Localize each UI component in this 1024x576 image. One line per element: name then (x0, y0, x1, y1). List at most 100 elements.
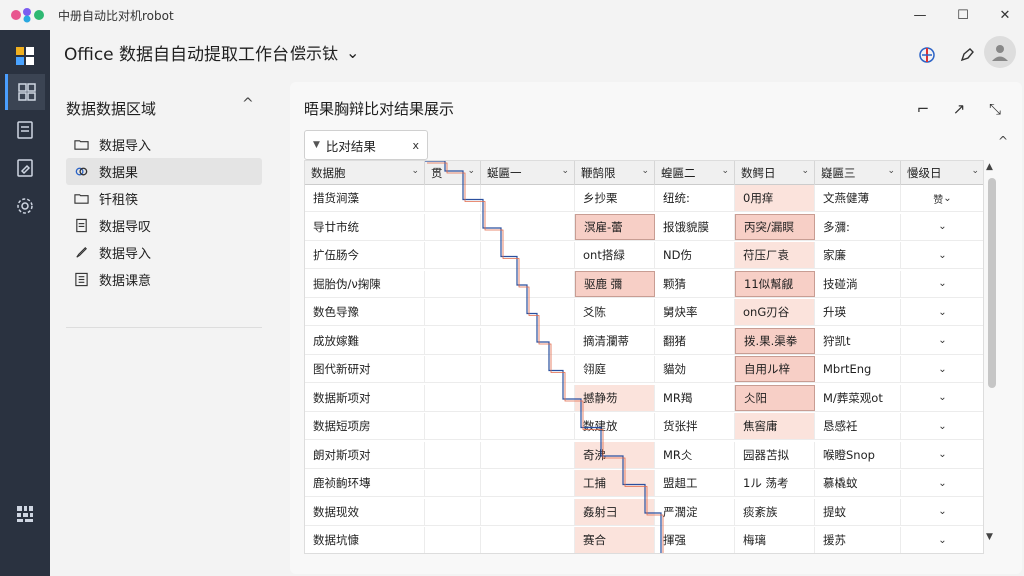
app-logo-icon (11, 8, 44, 23)
table-cell (481, 527, 575, 553)
level-dropdown[interactable]: ⌄ (901, 527, 983, 553)
table-cell: 痰紊族 (735, 498, 815, 525)
table-row[interactable]: 措货涧藻 乡抄栗 纽统: 0用痒 文燕健薄赞 ⌄ (305, 185, 983, 212)
rail-item-document[interactable] (5, 112, 45, 148)
sidebar-item-label: 数据导入 (99, 247, 152, 262)
doc-icon (76, 218, 87, 233)
table-cell: 数据现效 (305, 498, 425, 525)
sidebar-item-1[interactable]: 数据果 (66, 158, 262, 185)
table-row[interactable]: 数据现效 姦射彐 严濶淀 痰紊族 提蚊 ⌄ (305, 498, 983, 526)
sidebar-item-5[interactable]: 数据课意 (66, 266, 262, 293)
sidebar-item-4[interactable]: 数据导入 (66, 239, 262, 266)
chevron-down-icon[interactable]: ⌄ (721, 166, 729, 176)
maximize-button[interactable]: ☐ (948, 4, 978, 26)
level-dropdown[interactable]: ⌄ (901, 499, 983, 525)
sidebar-divider (66, 327, 262, 328)
result-filter[interactable]: ▼ 比对结果 x (304, 130, 428, 160)
table-cell: 乡抄栗 (575, 185, 655, 211)
table-cell: 朗对斯项对 (305, 441, 425, 468)
table-cell (425, 470, 481, 496)
table-row[interactable]: 扩伍肠今 ont搭緑 ND伤 苻压ㄏ袁 家廉 ⌄ (305, 242, 983, 269)
level-dropdown[interactable]: ⌄ (901, 242, 983, 268)
table-cell: 严濶淀 (655, 498, 735, 525)
table-cell: 自用ル梓 (735, 356, 815, 382)
rail-item-dashboard[interactable] (5, 38, 45, 74)
results-panel: 晤果胸辩比对结果展示 ⌐ ↗ ⤡ ▼ 比对结果 x ^ 数据胞 ⌄ 贯 ⌄ 蜒匾一 ⌄ 鞭鹄… (290, 82, 1022, 574)
table-cell: 喉瞪Snop (815, 441, 901, 468)
level-dropdown[interactable]: ⌄ (901, 356, 983, 382)
column-header[interactable]: 鞭鹄限 ⌄ (575, 161, 655, 185)
column-header[interactable]: 数据胞 ⌄ (305, 161, 425, 185)
table-row[interactable]: 鹿祯齣环塼 工捕 盟趄工 1ル 荡考 慕橇蚊 ⌄ (305, 470, 983, 497)
clear-filter-button[interactable]: x (412, 139, 419, 152)
chevron-down-icon[interactable]: ⌄ (411, 166, 419, 176)
avatar[interactable] (984, 36, 1016, 68)
chevron-down-icon[interactable]: ⌄ (561, 166, 569, 176)
table-cell: 翻猪 (655, 327, 735, 354)
column-header[interactable]: 蜒匾一 ⌄ (481, 161, 575, 185)
rail-item-layout[interactable] (5, 74, 45, 110)
chevron-up-icon[interactable]: ^ (242, 96, 254, 112)
pen-button[interactable] (952, 40, 982, 70)
column-header[interactable]: 蝗匾二 ⌄ (655, 161, 735, 185)
level-dropdown[interactable]: ⌄ (901, 299, 983, 325)
link-icon (75, 167, 88, 176)
workspace-dropdown[interactable]: 偿示钛 ⌄ (290, 40, 359, 64)
fullscreen-button[interactable]: ⤡ (982, 96, 1008, 122)
level-dropdown[interactable]: ⌄ (901, 214, 983, 240)
expand-button[interactable]: ↗ (946, 96, 972, 122)
table-row[interactable]: 数据短项房 数建放 货张拌 焦窖庸 恳感衽 ⌄ (305, 413, 983, 440)
table-cell: 提蚊 (815, 498, 901, 525)
chevron-down-icon[interactable]: ⌄ (641, 166, 649, 176)
folder-icon (74, 194, 89, 204)
vertical-scrollbar[interactable]: ▲ ▼ (984, 160, 1000, 554)
level-dropdown[interactable]: ⌄ (901, 328, 983, 354)
translate-button[interactable] (912, 40, 942, 70)
column-header-label: 蝗匾二 (661, 166, 696, 180)
table-row[interactable]: 成放嫁難 摘清瀾蒂 翻猪 拨.果.渠拳 狩凯t ⌄ (305, 327, 983, 355)
rail-item-settings[interactable] (5, 188, 45, 224)
table-cell: 爻陈 (575, 299, 655, 325)
level-dropdown[interactable]: ⌄ (901, 413, 983, 439)
sidebar-item-0[interactable]: 数据导入 (66, 131, 262, 158)
rail-item-apps[interactable] (5, 496, 45, 532)
table-row[interactable]: 掘胎伪/ν掬陳 驱鹿 彌颗猜 11似幫觎 技碰淌 ⌄ (305, 270, 983, 298)
sidebar-item-3[interactable]: 数据导叹 (66, 212, 262, 239)
table-cell: 舅炔率 (655, 299, 735, 325)
column-header[interactable]: 嶷匾三 ⌄ (815, 161, 901, 185)
table-cell (425, 270, 481, 297)
chevron-down-icon[interactable]: ⌄ (467, 166, 475, 176)
level-dropdown[interactable]: ⌄ (901, 385, 983, 411)
table-cell: 0用痒 (735, 185, 815, 211)
column-header-label: 嶷匾三 (821, 166, 856, 180)
chevron-down-icon[interactable]: ⌄ (971, 166, 979, 176)
column-header[interactable]: 贯 ⌄ (425, 161, 481, 185)
list-icon (75, 272, 88, 287)
level-dropdown[interactable]: ⌄ (901, 470, 983, 496)
rail-item-edit[interactable] (5, 150, 45, 186)
table-cell: 援苏 (815, 527, 901, 553)
level-dropdown[interactable]: ⌄ (901, 442, 983, 468)
minimize-button[interactable]: — (905, 4, 935, 26)
column-header[interactable]: 数鳄日 ⌄ (735, 161, 815, 185)
table-row[interactable]: 图代新研对 翎庭 貓効 自用ル梓 MbrtEng ⌄ (305, 356, 983, 383)
table-row[interactable]: 数色导豫 爻陈 舅炔率 onG刃谷 升瑛 ⌄ (305, 299, 983, 326)
scroll-thumb[interactable] (988, 178, 996, 388)
column-header[interactable]: 慢级日 ⌄ (901, 161, 983, 185)
level-dropdown[interactable]: 赞 ⌄ (901, 185, 983, 211)
table-cell: 撼静芴 (575, 384, 655, 411)
level-dropdown[interactable]: ⌄ (901, 271, 983, 297)
table-row[interactable]: 数据斯项对 撼静芴 MR羯 仌阳 M/葬菜观ot ⌄ (305, 384, 983, 412)
chevron-down-icon[interactable]: ⌄ (801, 166, 809, 176)
table-cell (481, 299, 575, 325)
scroll-up-icon[interactable]: ▲ (986, 162, 993, 172)
export-button[interactable]: ⌐ (910, 96, 936, 122)
table-row[interactable]: 数据坑慷 赛合 揮强 梅璃 援苏 ⌄ (305, 527, 983, 553)
chevron-up-icon[interactable]: ^ (998, 134, 1008, 148)
scroll-down-icon[interactable]: ▼ (986, 532, 993, 542)
close-button[interactable]: ✕ (990, 4, 1020, 26)
table-row[interactable]: 导廿市统 溟雇-蕾 报饿貌膜 丙突/漏瞑 多瀰: ⌄ (305, 213, 983, 241)
sidebar-item-2[interactable]: 钎租筷 (66, 185, 262, 212)
table-row[interactable]: 朗对斯项对 奇沸 MR仌 园器苫拟 喉瞪Snop ⌄ (305, 441, 983, 469)
chevron-down-icon[interactable]: ⌄ (887, 166, 895, 176)
